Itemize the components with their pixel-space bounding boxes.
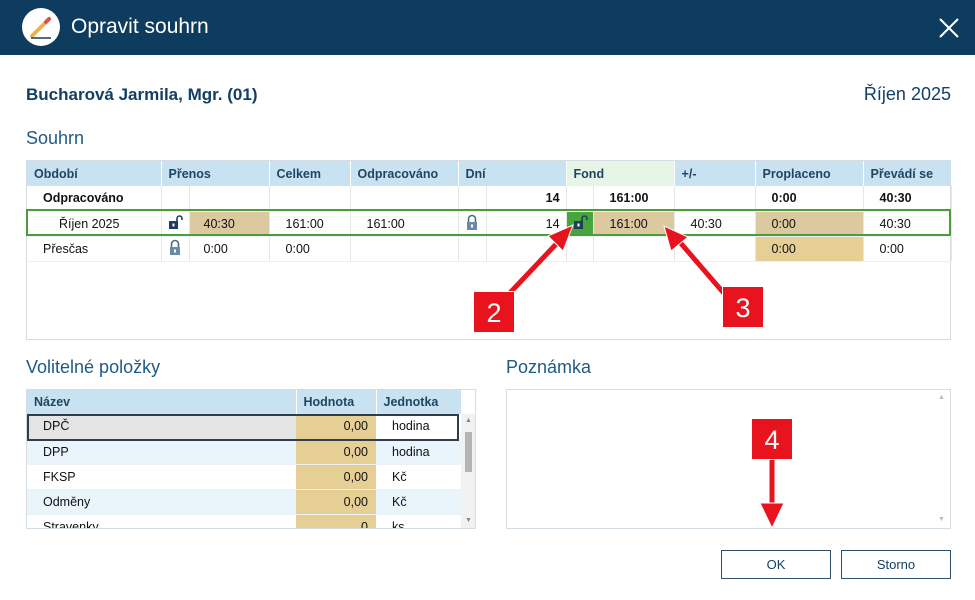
- list-item[interactable]: FKSP 0,00 Kč: [27, 464, 461, 490]
- col-hodnota[interactable]: Hodnota: [296, 390, 377, 414]
- annotation-badge-3: 3: [722, 286, 764, 328]
- list-item[interactable]: DPČ 0,00 hodina: [27, 414, 461, 440]
- period-label: Říjen 2025: [863, 84, 951, 104]
- note-textarea[interactable]: [511, 394, 931, 522]
- celkem-cell: 161:00: [269, 211, 351, 237]
- scroll-up-icon[interactable]: ▲: [938, 394, 945, 401]
- summary-section-title: Souhrn: [26, 128, 85, 148]
- prenos-cell: 0:00: [189, 236, 270, 262]
- annotation-badge-4: 4: [751, 418, 793, 460]
- vertical-scrollbar[interactable]: ▲ ▼: [461, 414, 475, 528]
- title-bar: Opravit souhrn: [0, 0, 975, 55]
- proplaceno-cell: 0:00: [755, 186, 864, 212]
- list-item[interactable]: Stravenky 0 ks: [27, 514, 461, 528]
- rozdil-cell: 40:30: [674, 211, 756, 237]
- fond-cell[interactable]: 161:00: [593, 211, 675, 237]
- note-area[interactable]: ▲ ▼: [506, 389, 951, 529]
- table-row-prescas[interactable]: Přesčas 0:00 0:00 0:00 0:00: [27, 236, 952, 262]
- ok-button[interactable]: OK: [721, 550, 831, 579]
- note-scrollbar[interactable]: ▲ ▼: [936, 392, 948, 526]
- list-item[interactable]: Odměny 0,00 Kč: [27, 489, 461, 515]
- prevadi-cell: 40:30: [863, 211, 952, 237]
- row-label: Přesčas: [27, 236, 162, 262]
- dni-cell: 14: [486, 211, 567, 237]
- optional-header-row: Název Hodnota Jednotka: [27, 390, 462, 414]
- summary-header-row: Období Přenos Celkem Odpracováno Dní Fon…: [27, 161, 952, 186]
- col-jednotka[interactable]: Jednotka: [376, 390, 462, 414]
- optional-items-grid[interactable]: Název Hodnota Jednotka DPČ 0,00 hodina D…: [26, 389, 476, 529]
- row-label: Odpracováno: [27, 186, 162, 212]
- col-odpracovano[interactable]: Odpracováno: [350, 161, 459, 186]
- col-nazev[interactable]: Název: [27, 390, 297, 414]
- col-obdobi[interactable]: Období: [27, 161, 162, 186]
- odpracovano-cell: 161:00: [350, 211, 459, 237]
- col-dni[interactable]: Dní: [458, 161, 567, 186]
- dni-cell: 14: [486, 186, 567, 212]
- unlock-icon[interactable]: [161, 211, 190, 237]
- fond-cell: 161:00: [593, 186, 675, 212]
- col-rozdil[interactable]: +/-: [674, 161, 756, 186]
- scroll-thumb[interactable]: [465, 432, 472, 472]
- col-proplaceno[interactable]: Proplaceno: [755, 161, 864, 186]
- note-section-title: Poznámka: [506, 357, 592, 377]
- row-label: Říjen 2025: [27, 211, 162, 237]
- col-prevadi[interactable]: Převádí se: [863, 161, 952, 186]
- window-title: Opravit souhrn: [71, 15, 209, 38]
- annotation-badge-2: 2: [473, 291, 515, 333]
- close-icon[interactable]: [936, 15, 962, 41]
- col-fond[interactable]: Fond: [566, 161, 675, 186]
- table-row-odpracovano[interactable]: Odpracováno 14 161:00 0:00 40:30: [27, 186, 952, 212]
- celkem-cell: 0:00: [269, 236, 351, 262]
- table-row-month[interactable]: Říjen 2025 40:30 161:00 161:00 14 161:00…: [27, 211, 952, 237]
- lock-icon[interactable]: [161, 236, 190, 262]
- prenos-cell[interactable]: 40:30: [189, 211, 270, 237]
- proplaceno-cell[interactable]: 0:00: [755, 211, 864, 237]
- col-prenos[interactable]: Přenos: [161, 161, 270, 186]
- prevadi-cell: 0:00: [863, 236, 952, 262]
- cancel-button[interactable]: Storno: [841, 550, 951, 579]
- employee-name: Bucharová Jarmila, Mgr. (01): [26, 85, 258, 104]
- optional-section-title: Volitelné položky: [26, 357, 161, 377]
- fond-unlock-icon[interactable]: [566, 211, 594, 237]
- scroll-down-icon[interactable]: ▼: [938, 516, 945, 523]
- proplaceno-cell[interactable]: 0:00: [755, 236, 864, 262]
- lock-icon[interactable]: [458, 211, 487, 237]
- col-celkem[interactable]: Celkem: [269, 161, 351, 186]
- pencil-icon: [22, 8, 60, 46]
- scroll-up-icon[interactable]: ▲: [465, 417, 472, 424]
- list-item[interactable]: DPP 0,00 hodina: [27, 439, 461, 465]
- prevadi-cell: 40:30: [863, 186, 952, 212]
- scroll-down-icon[interactable]: ▼: [465, 517, 472, 524]
